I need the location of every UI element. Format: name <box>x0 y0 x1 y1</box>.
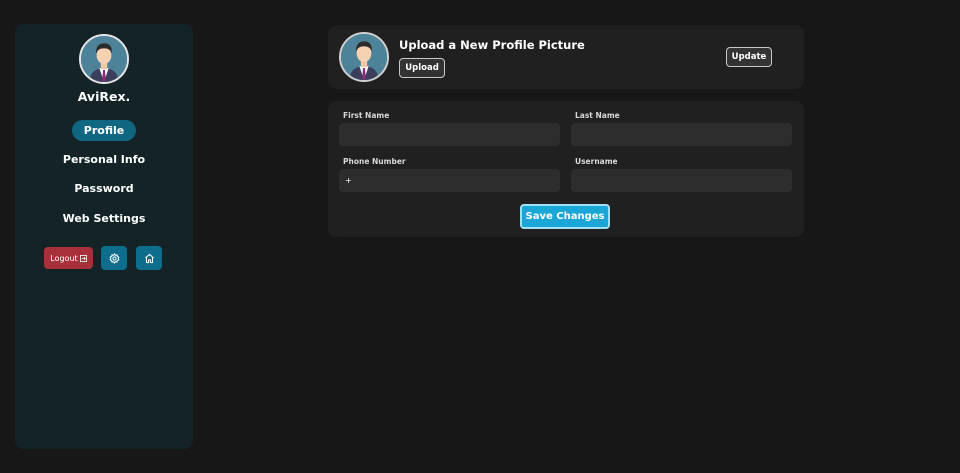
user-avatar-icon <box>81 36 127 82</box>
profile-form: First Name Last Name Phone Number Userna… <box>328 101 804 237</box>
save-changes-button[interactable]: Save Changes <box>520 204 610 229</box>
upload-picture-card: Upload a New Profile Picture Upload Upda… <box>328 25 804 89</box>
sidebar-item-label: Personal Info <box>62 153 146 166</box>
user-name: AviRex. <box>77 89 131 104</box>
phone-number-field[interactable] <box>339 169 560 192</box>
avatar <box>79 34 129 84</box>
upload-title: Upload a New Profile Picture <box>399 38 585 52</box>
profile-picture <box>339 32 389 82</box>
username-field[interactable] <box>571 169 792 192</box>
first-name-field[interactable] <box>339 123 560 146</box>
first-name-label: First Name <box>343 111 390 120</box>
sidebar-item-web-settings[interactable]: Web Settings <box>15 208 193 229</box>
sidebar-item-password[interactable]: Password <box>15 178 193 199</box>
last-name-label: Last Name <box>575 111 620 120</box>
sidebar-item-profile[interactable]: Profile <box>15 120 193 141</box>
sidebar-item-personal-info[interactable]: Personal Info <box>15 149 193 170</box>
phone-number-label: Phone Number <box>343 157 406 166</box>
logout-label: Logout <box>50 253 78 263</box>
home-button[interactable] <box>136 246 162 270</box>
sidebar-item-label: Web Settings <box>62 212 146 225</box>
gear-icon <box>108 252 120 264</box>
settings-button[interactable] <box>101 246 127 270</box>
home-icon <box>144 253 154 263</box>
logout-icon <box>79 254 87 262</box>
update-button[interactable]: Update <box>726 47 772 67</box>
sidebar-item-label: Password <box>74 182 134 195</box>
last-name-field[interactable] <box>571 123 792 146</box>
sidebar-item-label: Profile <box>71 120 137 141</box>
user-avatar-icon <box>341 34 387 80</box>
logout-button[interactable]: Logout <box>44 247 93 269</box>
upload-button[interactable]: Upload <box>399 58 445 78</box>
sidebar: AviRex. Profile Personal Info Password W… <box>15 24 193 449</box>
username-label: Username <box>575 157 618 166</box>
